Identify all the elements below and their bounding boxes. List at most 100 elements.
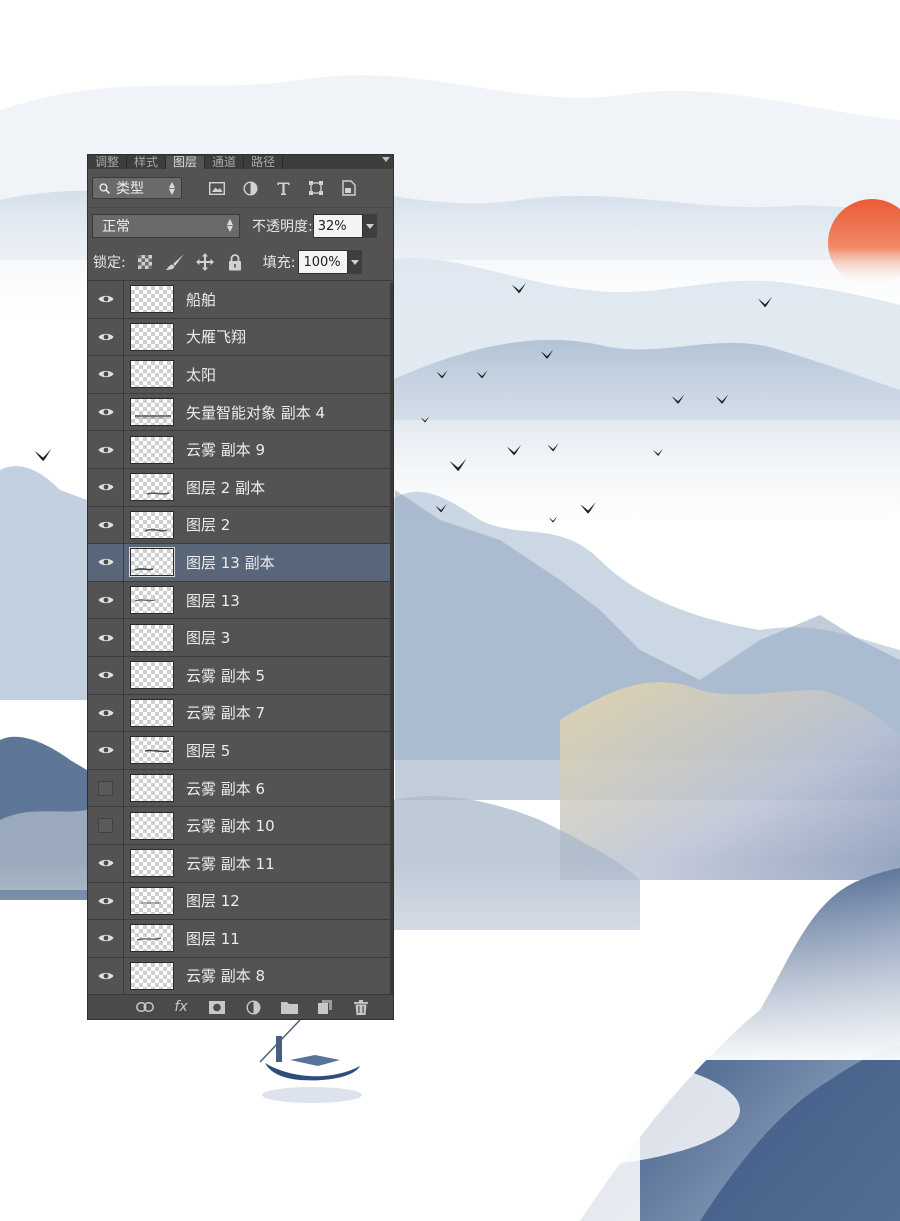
add-mask-icon[interactable] bbox=[206, 997, 228, 1017]
eye-icon[interactable] bbox=[88, 619, 124, 656]
visibility-toggle[interactable] bbox=[88, 769, 124, 807]
layer-name[interactable]: 云雾 副本 8 bbox=[186, 965, 265, 986]
tab-2[interactable]: 图层 bbox=[166, 156, 206, 169]
type-filter-icon[interactable] bbox=[270, 177, 296, 199]
lock-transparent-icon[interactable] bbox=[134, 251, 156, 273]
eye-icon[interactable] bbox=[88, 844, 124, 882]
eye-icon[interactable] bbox=[88, 581, 124, 619]
filter-kind-select[interactable]: 类型 ▲ ▼ bbox=[92, 177, 182, 199]
layer-name[interactable]: 图层 2 bbox=[186, 514, 230, 535]
eye-icon[interactable] bbox=[88, 318, 124, 356]
layer-row[interactable]: 云雾 副本 10 bbox=[88, 807, 393, 845]
layer-name[interactable]: 图层 12 bbox=[186, 890, 240, 911]
eye-icon[interactable] bbox=[88, 431, 124, 468]
fill-input[interactable]: 100% bbox=[298, 250, 349, 274]
tab-1[interactable]: 样式 bbox=[127, 156, 167, 169]
tab-3[interactable]: 通道 bbox=[205, 156, 245, 169]
layer-thumbnail[interactable] bbox=[130, 285, 174, 314]
layer-thumbnail[interactable] bbox=[130, 623, 174, 652]
eye-icon[interactable] bbox=[88, 393, 124, 431]
layer-row[interactable]: 云雾 副本 7 bbox=[88, 694, 393, 733]
layer-row[interactable]: 图层 11 bbox=[88, 920, 393, 958]
lock-position-icon[interactable] bbox=[194, 251, 216, 273]
new-layer-icon[interactable] bbox=[314, 997, 336, 1017]
layer-thumbnail[interactable] bbox=[130, 322, 174, 351]
adjustment-filter-icon[interactable] bbox=[237, 177, 263, 199]
eye-icon[interactable] bbox=[88, 920, 124, 957]
layer-thumbnail[interactable] bbox=[130, 473, 174, 502]
eye-icon[interactable] bbox=[88, 544, 124, 581]
opacity-input[interactable]: 32% bbox=[312, 214, 363, 238]
layer-name[interactable]: 图层 11 bbox=[186, 928, 240, 949]
layer-row[interactable]: 图层 2 bbox=[88, 506, 393, 545]
layer-row[interactable]: 图层 12 bbox=[88, 882, 393, 921]
layer-name[interactable]: 图层 5 bbox=[186, 740, 230, 761]
layer-list-scrollbar[interactable] bbox=[390, 283, 393, 1019]
layer-thumbnail[interactable] bbox=[130, 886, 174, 915]
layer-name[interactable]: 图层 2 副本 bbox=[186, 477, 265, 498]
layer-row[interactable]: 矢量智能对象 副本 4 bbox=[88, 393, 393, 432]
layer-row[interactable]: 大雁飞翔 bbox=[88, 318, 393, 357]
layer-thumbnail[interactable] bbox=[130, 360, 174, 389]
layer-row[interactable]: 船舶 bbox=[88, 281, 393, 319]
layer-row[interactable]: 云雾 副本 5 bbox=[88, 656, 393, 695]
layer-thumbnail[interactable] bbox=[130, 811, 174, 840]
eye-icon[interactable] bbox=[88, 656, 124, 694]
layer-row[interactable]: 图层 5 bbox=[88, 732, 393, 770]
layer-name[interactable]: 船舶 bbox=[186, 289, 216, 310]
delete-layer-icon[interactable] bbox=[350, 997, 372, 1017]
layer-row[interactable]: 图层 13 bbox=[88, 581, 393, 620]
layer-name[interactable]: 太阳 bbox=[186, 364, 216, 385]
layer-row[interactable]: 云雾 副本 8 bbox=[88, 957, 393, 996]
layer-thumbnail[interactable] bbox=[130, 849, 174, 878]
layer-name[interactable]: 图层 13 副本 bbox=[186, 552, 275, 573]
layer-name[interactable]: 云雾 副本 11 bbox=[186, 853, 275, 874]
layer-row[interactable]: 图层 3 bbox=[88, 619, 393, 657]
layer-name[interactable]: 图层 13 bbox=[186, 590, 240, 611]
layer-row[interactable]: 太阳 bbox=[88, 356, 393, 394]
layer-thumbnail[interactable] bbox=[130, 510, 174, 539]
visibility-toggle[interactable] bbox=[88, 807, 124, 844]
eye-icon[interactable] bbox=[88, 694, 124, 732]
layer-thumbnail[interactable] bbox=[130, 698, 174, 727]
new-adjustment-icon[interactable] bbox=[242, 997, 264, 1017]
eye-icon[interactable] bbox=[88, 281, 124, 318]
layer-name[interactable]: 云雾 副本 7 bbox=[186, 702, 265, 723]
eye-icon[interactable] bbox=[88, 468, 124, 506]
link-layers-icon[interactable] bbox=[134, 997, 156, 1017]
layer-row[interactable]: 图层 13 副本 bbox=[88, 544, 393, 582]
layer-thumbnail[interactable] bbox=[130, 924, 174, 953]
lock-all-icon[interactable] bbox=[224, 251, 246, 273]
shape-filter-icon[interactable] bbox=[303, 177, 329, 199]
panel-menu-icon[interactable] bbox=[382, 157, 390, 162]
layer-thumbnail[interactable] bbox=[130, 398, 174, 427]
layer-row[interactable]: 云雾 副本 6 bbox=[88, 769, 393, 808]
tab-0[interactable]: 调整 bbox=[88, 156, 128, 169]
layer-name[interactable]: 大雁飞翔 bbox=[186, 326, 246, 347]
eye-icon[interactable] bbox=[88, 957, 124, 995]
image-filter-icon[interactable] bbox=[204, 177, 230, 199]
eye-icon[interactable] bbox=[88, 506, 124, 544]
blend-mode-select[interactable]: 正常 ▲ ▼ bbox=[92, 214, 240, 238]
eye-icon[interactable] bbox=[88, 356, 124, 393]
layer-thumbnail[interactable] bbox=[129, 547, 175, 578]
smart-object-filter-icon[interactable] bbox=[336, 177, 362, 199]
layer-name[interactable]: 图层 3 bbox=[186, 627, 230, 648]
layer-thumbnail[interactable] bbox=[130, 661, 174, 690]
layer-thumbnail[interactable] bbox=[130, 961, 174, 990]
layer-thumbnail[interactable] bbox=[130, 435, 174, 464]
eye-icon[interactable] bbox=[88, 882, 124, 920]
layer-name[interactable]: 云雾 副本 5 bbox=[186, 665, 265, 686]
new-group-icon[interactable] bbox=[278, 997, 300, 1017]
layer-name[interactable]: 云雾 副本 6 bbox=[186, 778, 265, 799]
tab-4[interactable]: 路径 bbox=[244, 156, 284, 169]
eye-icon[interactable] bbox=[88, 732, 124, 769]
layer-name[interactable]: 云雾 副本 10 bbox=[186, 815, 275, 836]
layer-name[interactable]: 云雾 副本 9 bbox=[186, 439, 265, 460]
fx-icon[interactable]: fx bbox=[170, 997, 192, 1017]
layer-thumbnail[interactable] bbox=[130, 774, 174, 803]
fill-dropdown-button[interactable] bbox=[348, 250, 363, 274]
layer-row[interactable]: 云雾 副本 11 bbox=[88, 844, 393, 883]
layer-thumbnail[interactable] bbox=[130, 736, 174, 765]
opacity-dropdown-button[interactable] bbox=[362, 214, 377, 238]
